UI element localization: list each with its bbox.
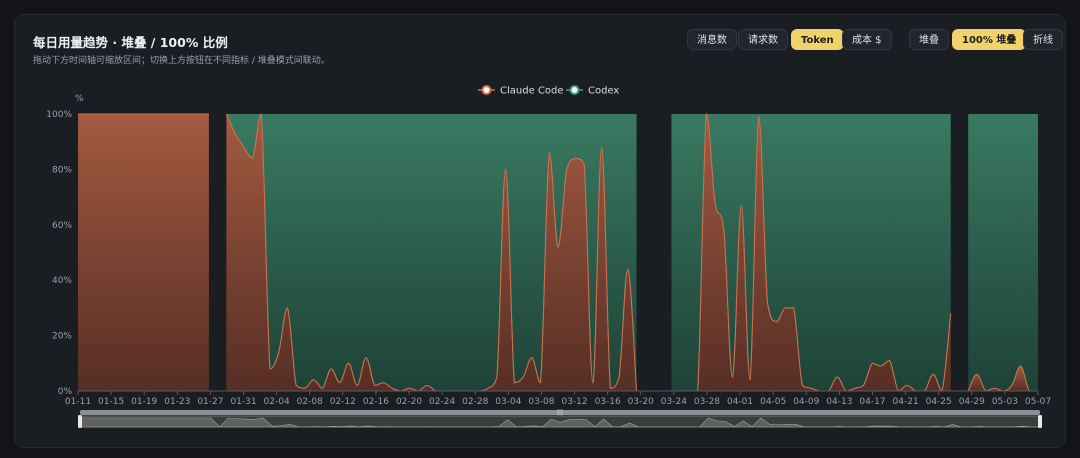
x-tick-label: 02-28	[462, 397, 488, 407]
legend-label-claude: Claude Code	[500, 86, 564, 97]
y-tick-label: 60%	[52, 221, 72, 231]
chart-legend[interactable]: Claude Code Codex	[478, 85, 619, 97]
x-tick-label: 02-04	[264, 397, 290, 407]
x-tick-label: 04-05	[760, 397, 786, 407]
x-tick-label: 04-17	[859, 397, 885, 407]
x-tick-label: 04-25	[926, 397, 952, 407]
y-tick-label: 20%	[52, 332, 72, 342]
legend-marker-codex	[569, 85, 580, 95]
x-tick-label: 01-19	[131, 397, 157, 407]
y-tick-label: 80%	[52, 165, 72, 175]
x-tick-label: 01-27	[197, 397, 223, 407]
x-tick-label: 05-07	[1025, 397, 1051, 407]
x-tick-label: 01-31	[230, 397, 256, 407]
x-tick-label: 01-23	[164, 397, 190, 407]
slider-handle-right[interactable]	[1038, 415, 1042, 428]
x-tick-label: 04-13	[826, 397, 852, 407]
x-tick-label: 01-15	[98, 397, 124, 407]
x-tick-label: 03-28	[694, 397, 720, 407]
time-range-slider[interactable]: |||	[78, 409, 1042, 428]
x-tick-label: 03-12	[561, 397, 587, 407]
legend-marker-claude	[481, 85, 492, 95]
legend-label-codex: Codex	[588, 86, 619, 97]
x-tick-label: 04-21	[893, 397, 919, 407]
x-tick-label: 03-04	[495, 397, 521, 407]
x-tick-label: 03-08	[528, 397, 554, 407]
x-tick-label: 03-20	[628, 397, 654, 407]
slider-handle-left[interactable]	[78, 415, 82, 428]
y-tick-label: 40%	[52, 276, 72, 286]
x-tick-label: 04-29	[959, 397, 985, 407]
x-tick-label: 04-09	[793, 397, 819, 407]
y-axis: 0% 20% 40% 60% 80% 100%	[46, 110, 72, 397]
x-tick-label: 02-24	[429, 397, 455, 407]
y-tick-label: 0%	[58, 387, 73, 397]
x-axis: 01-11 01-15 01-19 01-23 01-27 01-31 02-04 02-08…	[65, 391, 1051, 407]
x-tick-label: 03-16	[595, 397, 621, 407]
x-tick-label: 04-01	[727, 397, 753, 407]
y-tick-label: 100%	[46, 110, 72, 120]
x-tick-label: 05-03	[992, 397, 1018, 407]
x-tick-label: 02-16	[363, 397, 389, 407]
slider-grip-icon[interactable]: |||	[557, 409, 563, 416]
stacked-area-chart: Claude Code Codex % 0% 20% 40% 60% 80% 100% 0…	[46, 85, 1051, 428]
x-tick-label: 02-12	[330, 397, 356, 407]
area-claude-code[interactable]	[78, 114, 209, 391]
x-tick-label: 02-20	[396, 397, 422, 407]
x-tick-label: 03-24	[661, 397, 687, 407]
x-tick-label: 02-08	[297, 397, 323, 407]
plot-area	[78, 113, 1038, 392]
area-codex[interactable]	[968, 114, 1038, 391]
y-axis-unit: %	[75, 94, 84, 104]
x-tick-label: 01-11	[65, 397, 91, 407]
